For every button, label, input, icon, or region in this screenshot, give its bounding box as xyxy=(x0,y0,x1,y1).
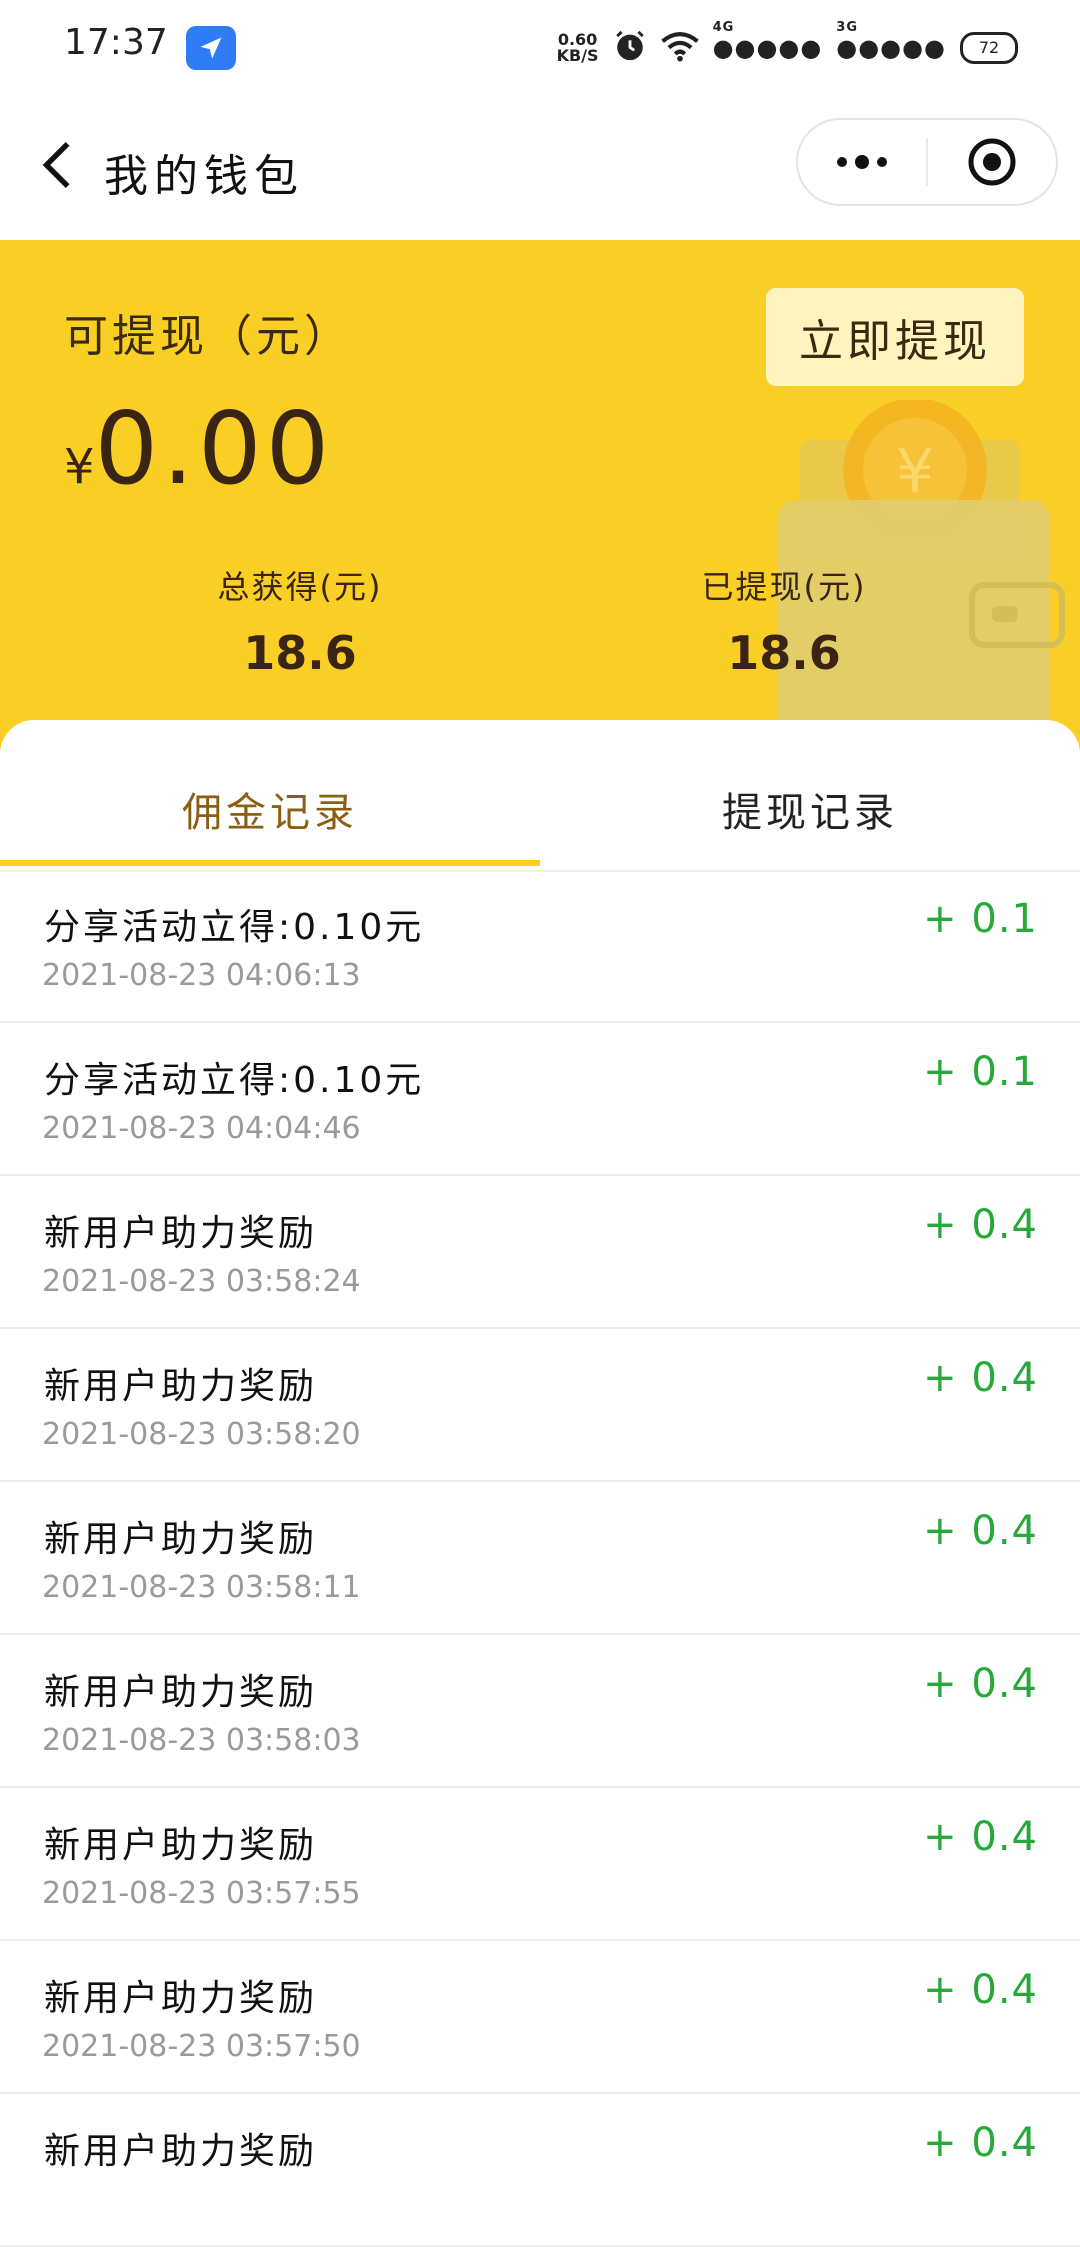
record-amount: + 0.4 xyxy=(923,1355,1038,1401)
status-bar: 17:37 0.60 KB/S 4G ●●●●● 3G ●●●●● 72 xyxy=(0,0,1080,96)
record-amount: + 0.1 xyxy=(923,896,1038,942)
wallet-banner: ¥ 可提现（元） 立即提现 ¥0.00 总获得(元) 18.6 已提现(元) 1… xyxy=(0,240,1080,780)
list-item: 新用户助力奖励 2021-08-23 03:58:24 + 0.4 xyxy=(0,1176,1080,1329)
list-item: 新用户助力奖励 2021-08-23 03:58:20 + 0.4 xyxy=(0,1329,1080,1482)
withdrawn-label: 已提现(元) xyxy=(701,568,867,606)
record-amount: + 0.4 xyxy=(923,1508,1038,1554)
alarm-icon xyxy=(613,29,647,67)
wifi-icon xyxy=(660,30,699,66)
record-title: 新用户助力奖励 xyxy=(44,1978,318,2019)
tab-commission-records[interactable]: 佣金记录 xyxy=(0,780,540,838)
record-title: 新用户助力奖励 xyxy=(44,1672,318,1713)
record-amount: + 0.4 xyxy=(923,1814,1038,1860)
list-item: 新用户助力奖励 + 0.4 xyxy=(0,2094,1080,2247)
location-arrow-icon xyxy=(186,26,236,70)
record-title: 新用户助力奖励 xyxy=(44,2131,318,2172)
status-time: 17:37 xyxy=(64,22,168,63)
withdrawn-stat: 已提现(元) 18.6 xyxy=(634,562,934,680)
record-time: 2021-08-23 03:58:03 xyxy=(42,1723,361,1758)
withdrawn-value: 18.6 xyxy=(727,626,841,680)
record-amount: + 0.1 xyxy=(923,1049,1038,1095)
available-amount: ¥0.00 xyxy=(64,390,333,507)
record-amount: + 0.4 xyxy=(923,2120,1038,2166)
record-time: 2021-08-23 03:58:20 xyxy=(42,1417,361,1452)
record-time: 2021-08-23 03:57:55 xyxy=(42,1876,361,1911)
signal-strength-2: 3G ●●●●● xyxy=(836,20,946,62)
network-speed: 0.60 KB/S xyxy=(556,30,599,65)
record-amount: + 0.4 xyxy=(923,1967,1038,2013)
back-arrow-icon[interactable] xyxy=(38,140,78,190)
records-panel: 佣金记录 提现记录 分享活动立得:0.10元 2021-08-23 04:06:… xyxy=(0,720,1080,2247)
record-title: 新用户助力奖励 xyxy=(44,1825,318,1866)
record-title: 新用户助力奖励 xyxy=(44,1519,318,1560)
more-options-icon[interactable] xyxy=(798,120,926,204)
title-bar: 我的钱包 xyxy=(0,96,1080,240)
withdraw-now-button[interactable]: 立即提现 xyxy=(766,288,1024,386)
record-time: 2021-08-23 03:57:50 xyxy=(42,2029,361,2064)
total-earned-stat: 总获得(元) 18.6 xyxy=(150,562,450,680)
record-time: 2021-08-23 04:04:46 xyxy=(42,1111,361,1146)
signal-strength-1: 4G ●●●●● xyxy=(712,20,823,62)
record-title: 新用户助力奖励 xyxy=(44,1213,318,1254)
record-time: 2021-08-23 03:58:11 xyxy=(42,1570,361,1605)
record-amount: + 0.4 xyxy=(923,1661,1038,1707)
list-item: 分享活动立得:0.10元 2021-08-23 04:04:46 + 0.1 xyxy=(0,1023,1080,1176)
battery-icon: 72 xyxy=(960,32,1018,64)
record-tabs: 佣金记录 提现记录 xyxy=(0,720,1080,872)
list-item: 新用户助力奖励 2021-08-23 03:58:03 + 0.4 xyxy=(0,1635,1080,1788)
total-earned-label: 总获得(元) xyxy=(217,568,383,606)
list-item: 新用户助力奖励 2021-08-23 03:58:11 + 0.4 xyxy=(0,1482,1080,1635)
record-title: 新用户助力奖励 xyxy=(44,1366,318,1407)
svg-text:¥: ¥ xyxy=(896,437,934,507)
list-item: 分享活动立得:0.10元 2021-08-23 04:06:13 + 0.1 xyxy=(0,870,1080,1023)
record-title: 分享活动立得:0.10元 xyxy=(44,1060,425,1101)
available-label: 可提现（元） xyxy=(64,311,352,362)
record-time: 2021-08-23 03:58:24 xyxy=(42,1264,361,1299)
active-tab-indicator xyxy=(0,860,540,866)
close-miniprogram-icon[interactable] xyxy=(928,120,1056,204)
record-amount: + 0.4 xyxy=(923,1202,1038,1248)
record-title: 分享活动立得:0.10元 xyxy=(44,907,425,948)
page-title: 我的钱包 xyxy=(104,151,304,202)
record-list: 分享活动立得:0.10元 2021-08-23 04:06:13 + 0.1 分… xyxy=(0,870,1080,2247)
total-earned-value: 18.6 xyxy=(243,626,357,680)
tab-withdrawal-records[interactable]: 提现记录 xyxy=(540,780,1080,838)
miniprogram-capsule xyxy=(796,118,1058,206)
list-item: 新用户助力奖励 2021-08-23 03:57:55 + 0.4 xyxy=(0,1788,1080,1941)
list-item: 新用户助力奖励 2021-08-23 03:57:50 + 0.4 xyxy=(0,1941,1080,2094)
available-amount-value: 0.00 xyxy=(94,390,334,507)
record-time: 2021-08-23 04:06:13 xyxy=(42,958,361,993)
currency-symbol: ¥ xyxy=(64,439,95,495)
